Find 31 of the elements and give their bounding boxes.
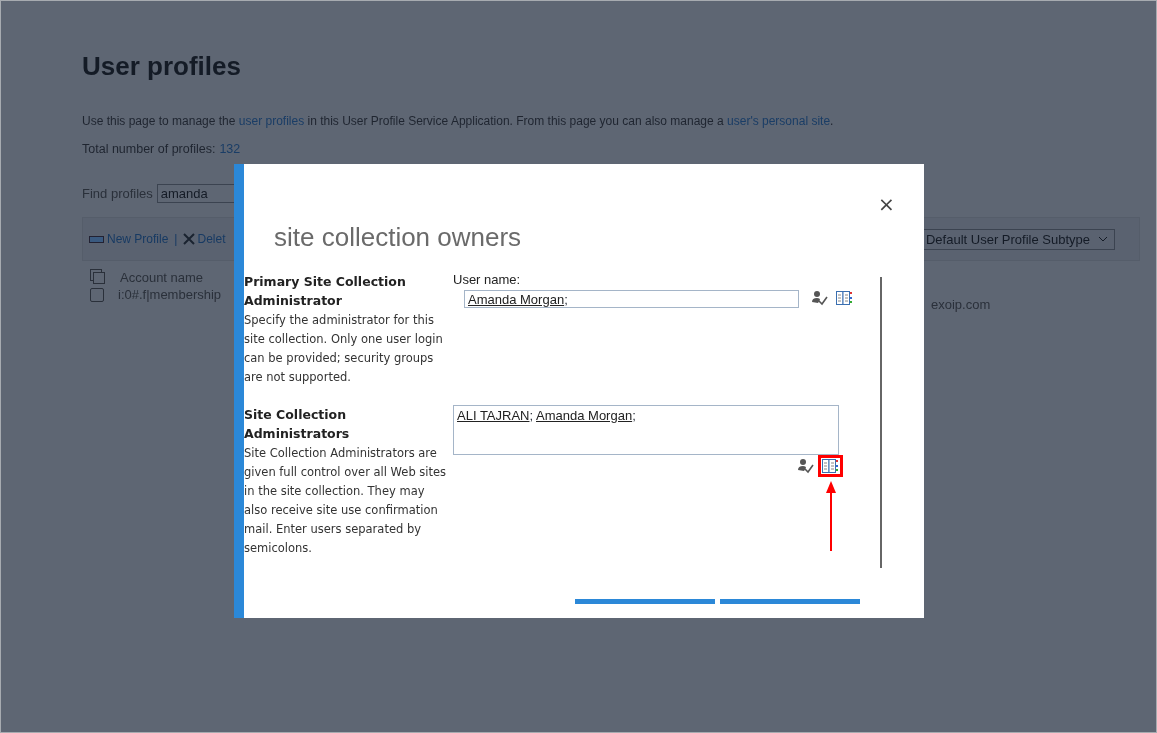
table-cell: exoip.com: [931, 297, 991, 312]
page-description: Use this page to manage the user profiles in this User Profile Service Application. From this page you can also manage a user's personal site.: [82, 114, 835, 128]
field-label: User name:: [453, 272, 522, 287]
toolbar-separator: |: [174, 232, 178, 246]
separator: ;: [632, 408, 636, 423]
total-profiles-count: 132: [219, 142, 241, 156]
delete-icon: [183, 233, 196, 245]
select-all-icon[interactable]: [90, 269, 106, 285]
separator: ;: [564, 292, 568, 307]
check-names-icon[interactable]: [811, 290, 828, 306]
dialog-title: site collection owners: [274, 222, 522, 253]
check-names-icon[interactable]: [797, 458, 814, 474]
total-profiles-label: Total number of profiles:: [82, 142, 216, 156]
section-heading: Primary Site Collection Administrator: [244, 273, 407, 310]
section-heading: Site Collection Administrators: [244, 406, 351, 443]
table-cell: i:0#.f|membership: [118, 287, 222, 302]
page-title: User profiles: [82, 51, 242, 82]
section-description: Specify the administrator for this site collection. Only one user login can be provided; security groups are not supported.: [244, 312, 444, 386]
close-button[interactable]: ×: [878, 192, 895, 216]
chevron-down-icon: [1098, 236, 1108, 242]
scrollbar[interactable]: [880, 277, 882, 568]
row-checkbox[interactable]: [90, 287, 104, 302]
arrow: [826, 481, 836, 551]
administrators-field[interactable]: ALI TAJRAN; Amanda Morgan;: [453, 405, 839, 455]
column-header: Account name: [120, 269, 204, 285]
separator: ;: [529, 408, 534, 423]
address-book-icon[interactable]: [836, 291, 853, 305]
user-name-field[interactable]: Amanda Morgan;: [464, 290, 799, 308]
new-profile-icon: [89, 234, 105, 244]
find-profiles-label: Find profiles: [82, 186, 153, 201]
section-description: Site Collection Administrators are given full control over all Web sites in the site collection. They may also receive site use confirmation mail. Enter users separated by semicolons.: [244, 445, 448, 557]
